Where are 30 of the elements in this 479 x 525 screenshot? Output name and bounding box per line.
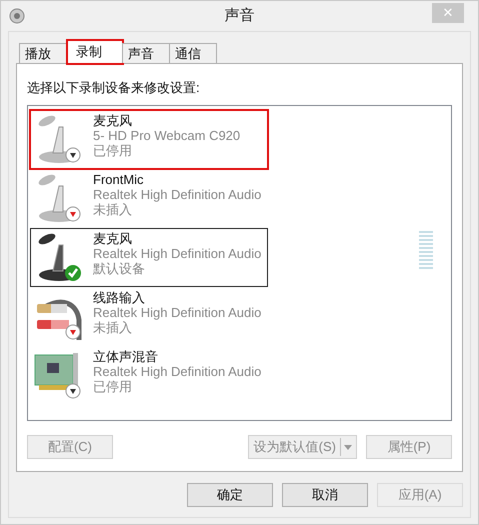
device-status: 已停用: [93, 379, 133, 394]
speaker-icon: [9, 8, 25, 24]
device-driver: Realtek High Definition Audio: [93, 305, 262, 320]
device-driver: 5- HD Pro Webcam C920: [93, 128, 240, 143]
dialog-button[interactable]: 确定: [187, 482, 273, 506]
device-status: 默认设备: [93, 261, 146, 276]
device-status: 已停用: [93, 143, 133, 158]
device-name: FrontMic: [93, 172, 145, 187]
dropdown-arrow-icon: [344, 444, 352, 450]
device-item[interactable]: 线路输入 Realtek High Definition Audio 未插入: [30, 287, 268, 346]
device-driver: Realtek High Definition Audio: [93, 364, 262, 379]
tab[interactable]: 录制: [67, 40, 123, 64]
tab[interactable]: 声音: [122, 43, 170, 63]
device-item[interactable]: 立体声混音 Realtek High Definition Audio 已停用: [30, 346, 268, 405]
device-driver: Realtek High Definition Audio: [93, 246, 262, 261]
device-status: 未插入: [93, 320, 133, 335]
device-name: 麦克风: [93, 113, 133, 128]
device-status: 未插入: [93, 202, 133, 217]
window-title: 声音: [224, 6, 254, 26]
device-driver: Realtek High Definition Audio: [93, 187, 262, 202]
instruction-text: 选择以下录制设备来修改设置:: [27, 79, 201, 97]
level-meter: [419, 231, 433, 269]
device-name: 立体声混音: [93, 349, 159, 364]
tab[interactable]: 播放: [19, 43, 67, 63]
tab[interactable]: 通信: [169, 43, 217, 63]
device-item[interactable]: 麦克风 5- HD Pro Webcam C920 已停用: [30, 110, 268, 169]
device-item[interactable]: FrontMic Realtek High Definition Audio 未插入: [30, 169, 268, 228]
device-name: 麦克风: [93, 231, 133, 246]
device-name: 线路输入: [93, 290, 146, 305]
dialog-button[interactable]: 取消: [282, 482, 368, 506]
